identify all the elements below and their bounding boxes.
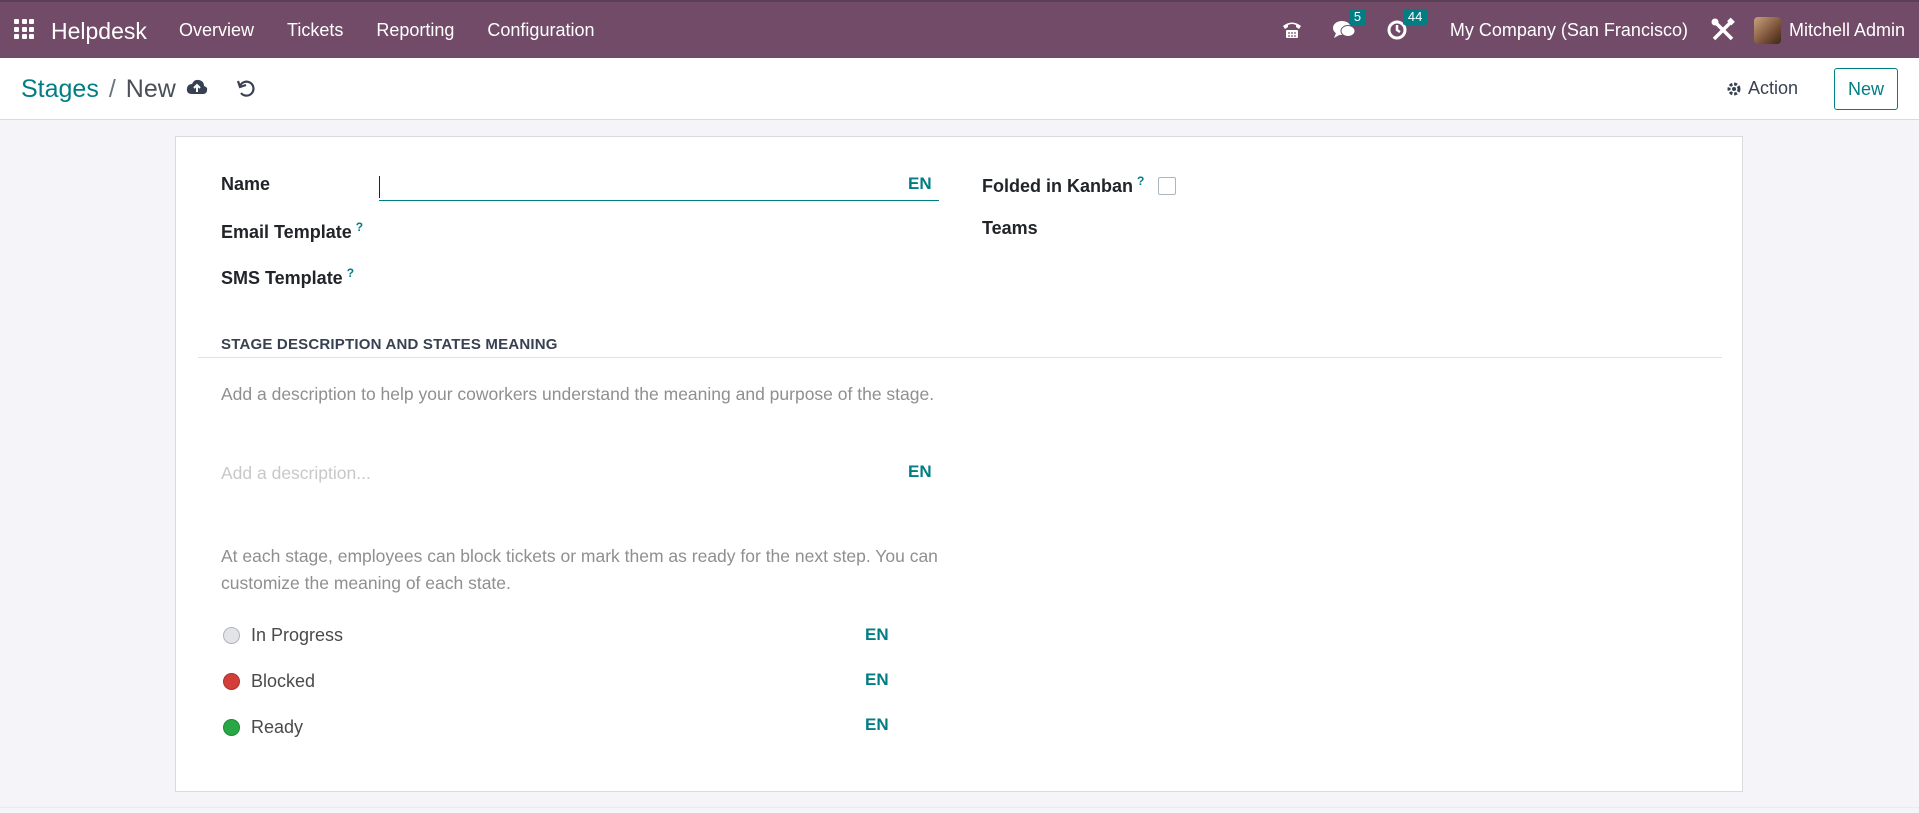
user-name: Mitchell Admin (1788, 19, 1905, 40)
action-label: Action (1748, 78, 1799, 98)
description-help-text: Add a description to help your coworkers… (221, 384, 935, 404)
teams-label: Teams (982, 218, 1038, 238)
main-menu: Overview Tickets Reporting Configuration (179, 2, 627, 58)
help-icon[interactable]: ? (1137, 174, 1144, 188)
user-menu[interactable]: Mitchell Admin (1753, 16, 1919, 44)
state-row-ready: Ready (223, 717, 303, 738)
messages-badge: 5 (1348, 9, 1367, 25)
systray: 5 44 My Company (San Francisco) Mitchell… (1280, 2, 1919, 58)
state-lang-toggle[interactable]: EN (865, 625, 889, 645)
page-bottom-border (0, 807, 1919, 808)
breadcrumb-current: New (125, 75, 176, 103)
breadcrumb: Stages / New (21, 75, 176, 104)
red-status-dot-icon (223, 673, 240, 690)
menu-tickets[interactable]: Tickets (287, 20, 343, 41)
name-input[interactable] (379, 174, 939, 201)
description-lang-toggle[interactable]: EN (908, 462, 932, 482)
control-panel: Stages / New Action New (0, 58, 1919, 120)
sms-template-label: SMS Template? (221, 266, 355, 288)
state-label[interactable]: In Progress (251, 625, 343, 646)
discard-undo-icon[interactable] (236, 78, 256, 103)
text-caret (379, 176, 380, 198)
top-navbar: Helpdesk Overview Tickets Reporting Conf… (0, 0, 1919, 58)
debug-tools-icon[interactable] (1710, 17, 1736, 43)
new-button[interactable]: New (1834, 68, 1898, 110)
name-lang-toggle[interactable]: EN (908, 174, 932, 194)
grey-status-dot-icon (223, 627, 240, 644)
app-brand[interactable]: Helpdesk (51, 18, 147, 45)
apps-menu-icon[interactable] (14, 19, 34, 39)
help-icon[interactable]: ? (356, 220, 363, 234)
gear-icon (1727, 82, 1741, 95)
description-input[interactable]: Add a description... (221, 463, 371, 484)
section-divider (198, 357, 1722, 358)
messages-icon[interactable]: 5 (1332, 9, 1367, 41)
save-cloud-icon[interactable] (186, 78, 208, 101)
state-label[interactable]: Ready (251, 717, 303, 738)
activities-badge: 44 (1402, 9, 1428, 25)
state-row-in-progress: In Progress (223, 625, 343, 646)
breadcrumb-stages-link[interactable]: Stages (21, 75, 99, 104)
phone-icon[interactable] (1280, 19, 1304, 41)
menu-reporting[interactable]: Reporting (376, 20, 454, 41)
section-title: STAGE DESCRIPTION AND STATES MEANING (221, 336, 558, 353)
company-switcher[interactable]: My Company (San Francisco) (1450, 20, 1688, 41)
state-lang-toggle[interactable]: EN (865, 670, 889, 690)
menu-configuration[interactable]: Configuration (487, 20, 594, 41)
state-row-blocked: Blocked (223, 671, 315, 692)
folded-kanban-checkbox[interactable] (1158, 177, 1176, 195)
action-button[interactable]: Action (1726, 78, 1798, 99)
activities-icon[interactable]: 44 (1386, 9, 1428, 41)
name-label: Name (221, 174, 271, 194)
states-help-text: At each stage, employees can block ticke… (221, 546, 938, 593)
folded-kanban-label: Folded in Kanban? (982, 174, 1145, 196)
menu-overview[interactable]: Overview (179, 20, 254, 41)
form-sheet: Name EN Email Template? SMS Template? Fo… (175, 136, 1743, 792)
breadcrumb-separator: / (108, 75, 116, 103)
green-status-dot-icon (223, 719, 240, 736)
state-lang-toggle[interactable]: EN (865, 715, 889, 735)
email-template-label: Email Template? (221, 220, 364, 242)
help-icon[interactable]: ? (347, 266, 354, 280)
state-label[interactable]: Blocked (251, 671, 315, 692)
avatar (1753, 16, 1781, 44)
